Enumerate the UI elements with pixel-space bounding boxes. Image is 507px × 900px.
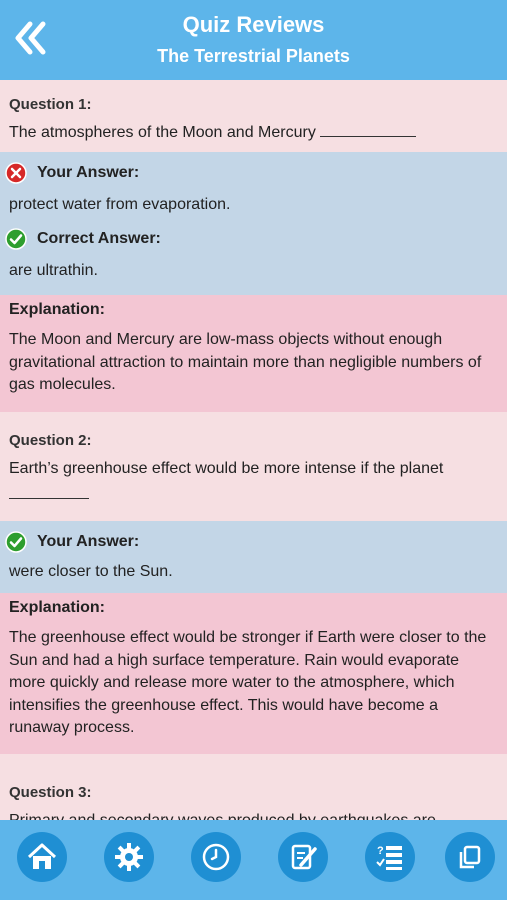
answer-blank [320,123,417,137]
question-text: Earth’s greenhouse effect would be more … [9,457,498,507]
answer-block: Your Answer: were closer to the Sun. [0,521,507,593]
explanation-block: Explanation: The greenhouse effect would… [0,593,507,754]
answer-blank [9,485,89,499]
home-icon [27,843,57,869]
your-answer-label: Your Answer: [37,533,140,550]
home-button[interactable] [17,832,67,882]
question-block: Question 3: Primary and secondary waves … [0,754,507,820]
answer-block: Your Answer: protect water from evaporat… [0,152,507,295]
question-label: Question 1: [9,96,92,113]
edit-notes-icon [291,844,317,870]
check-icon [5,228,27,250]
page-subtitle: The Terrestrial Planets [157,46,350,66]
your-answer-text: protect water from evaporation. [9,196,231,213]
svg-text:?: ? [377,845,384,857]
notes-button[interactable] [278,832,328,882]
correct-answer-label: Correct Answer: [37,230,161,247]
question-text: Primary and secondary waves produced by … [9,809,498,820]
copy-icon [459,845,481,869]
question-block: Question 2: Earth’s greenhouse effect wo… [0,412,507,521]
settings-gear-icon [115,843,143,871]
check-icon [5,531,27,553]
explanation-label: Explanation: [9,301,106,318]
quiz-list-button[interactable]: ? [365,832,415,882]
more-apps-button[interactable] [445,832,495,882]
wrong-x-icon [5,162,27,184]
explanation-text: The greenhouse effect would be stronger … [9,629,487,736]
question-block: Question 1: The atmospheres of the Moon … [0,80,507,152]
your-answer-text: were closer to the Sun. [9,563,173,580]
correct-answer-header: Correct Answer: [5,224,498,254]
your-answer-label: Your Answer: [37,164,140,181]
question-text: The atmospheres of the Moon and Mercury [9,121,498,145]
quiz-list-icon: ? [376,845,402,870]
correct-answer-text: are ultrathin. [9,262,98,279]
bottom-toolbar: ? [0,820,507,900]
explanation-block: Explanation: The Moon and Mercury are lo… [0,295,507,412]
your-answer-header: Your Answer: [5,158,498,188]
explanation-label: Explanation: [9,599,106,616]
page-title: Quiz Reviews [182,12,325,37]
history-button[interactable] [191,832,241,882]
explanation-text: The Moon and Mercury are low-mass object… [9,331,482,393]
review-list[interactable]: Question 1: The atmospheres of the Moon … [0,80,507,820]
your-answer-header: Your Answer: [5,527,498,557]
clock-icon [202,843,230,871]
header-bar: Quiz Reviews The Terrestrial Planets [0,0,507,80]
question-label: Question 2: [9,432,92,449]
settings-button[interactable] [104,832,154,882]
question-label: Question 3: [9,784,92,801]
